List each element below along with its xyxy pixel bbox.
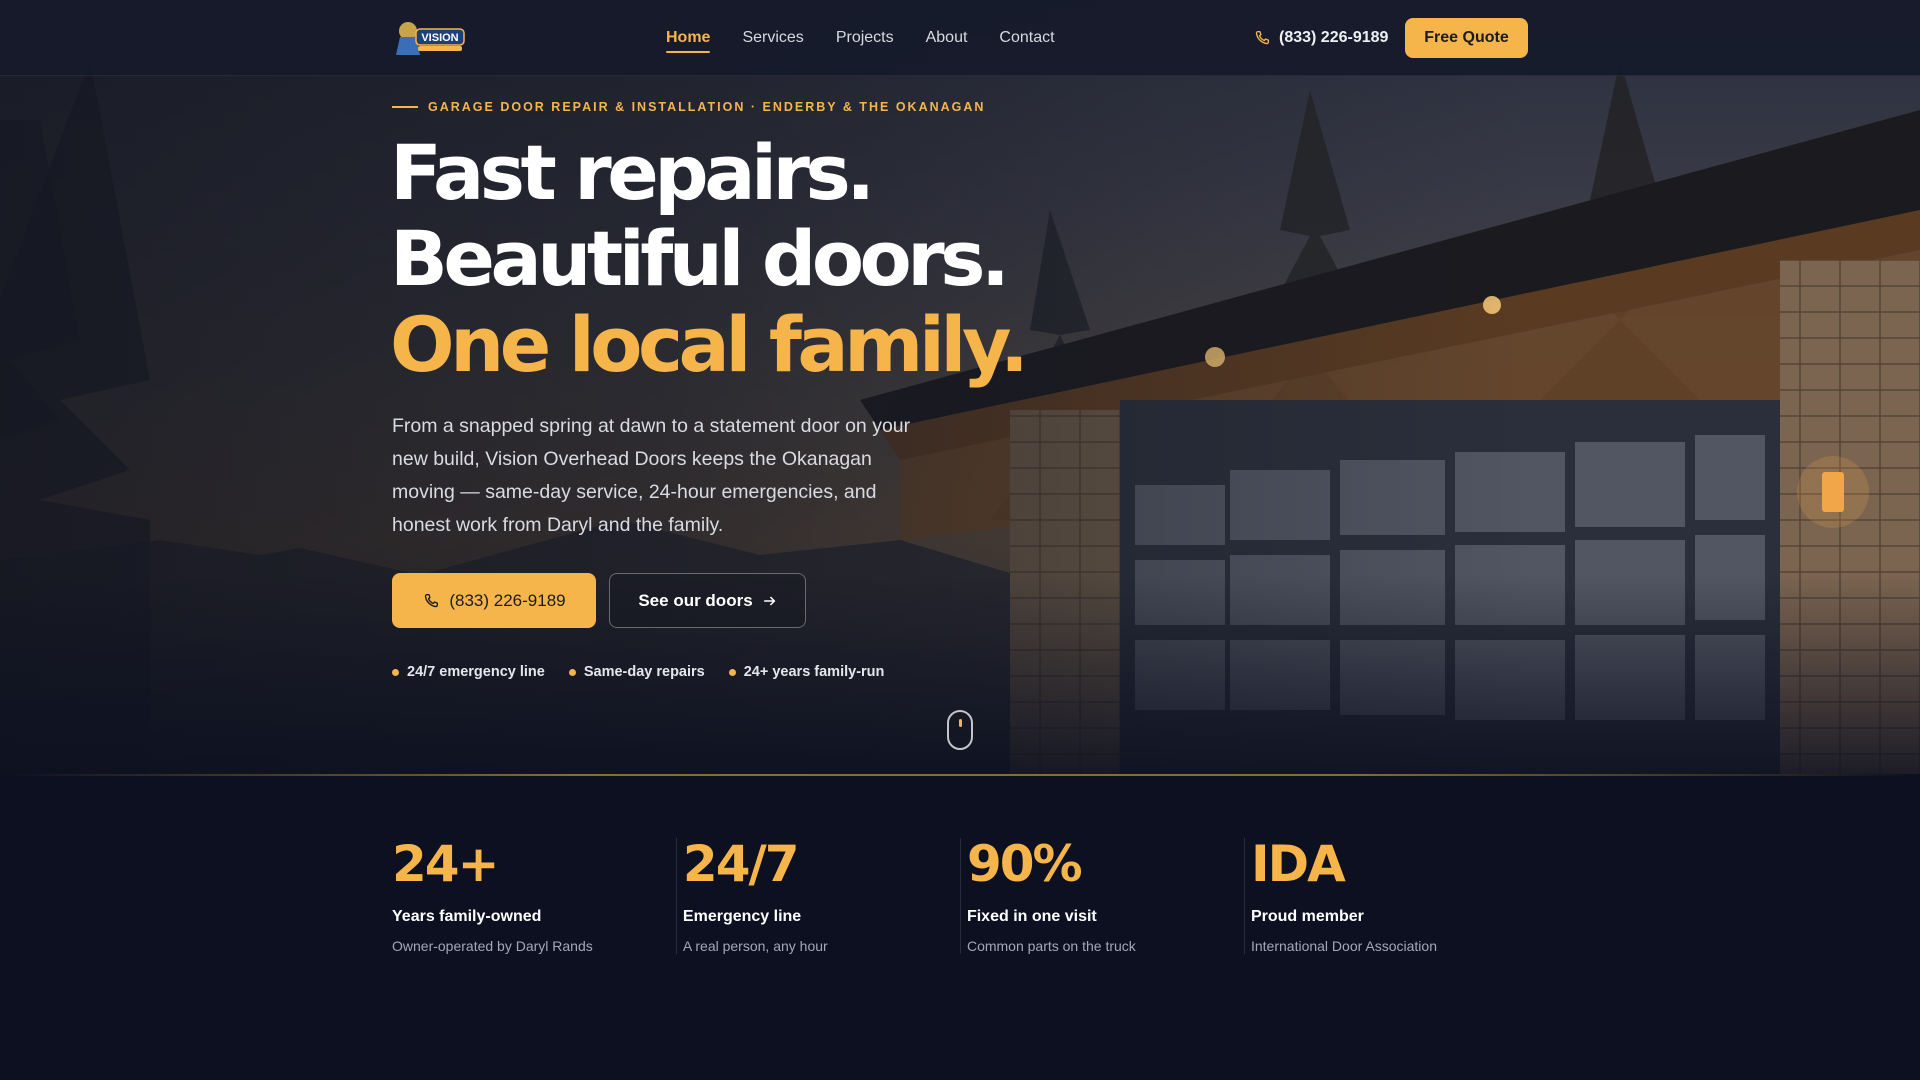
nav-services[interactable]: Services — [742, 23, 803, 53]
nav-home[interactable]: Home — [666, 23, 711, 53]
stat-emergency: 24/7 Emergency line A real person, any h… — [675, 835, 960, 956]
bullet-dot — [728, 668, 736, 676]
vision-logo[interactable]: VISION — [392, 15, 468, 59]
nav-about[interactable]: About — [926, 23, 968, 53]
bullet-text: Same-day repairs — [583, 664, 705, 680]
stat-subtitle: Common parts on the truck — [966, 938, 1136, 954]
bullet-text: 24+ years family-run — [743, 664, 885, 680]
headline-line-1: Fast repairs. — [390, 128, 875, 217]
eyebrow-line — [392, 106, 418, 108]
stat-value: 24+ — [392, 835, 499, 893]
headline-line-2: Beautiful doors. — [390, 214, 1010, 303]
nav-contact[interactable]: Contact — [999, 23, 1054, 53]
phone-icon — [425, 593, 439, 607]
hero-headline: Fast repairs. Beautiful doors. One local… — [390, 130, 1030, 388]
scroll-mouse-icon[interactable] — [947, 710, 973, 750]
see-doors-label: See our doors — [638, 590, 753, 610]
nav-projects[interactable]: Projects — [836, 23, 894, 53]
bullet-text: 24/7 emergency line — [407, 664, 545, 680]
bullet-item: Same-day repairs — [568, 664, 705, 680]
hero-eyebrow: GARAGE DOOR REPAIR & INSTALLATION · ENDE… — [392, 99, 985, 115]
phone-icon — [1255, 30, 1270, 45]
arrow-right-icon — [763, 596, 775, 605]
stat-title: Years family-owned — [392, 908, 542, 925]
nav-phone-link[interactable]: (833) 226-9189 — [1253, 26, 1388, 50]
call-phone-button[interactable]: (833) 226-9189 — [392, 573, 596, 628]
logo-text: VISION — [421, 32, 458, 44]
stat-value: 24/7 — [682, 835, 800, 893]
bullet-item: 24/7 emergency line — [392, 664, 545, 680]
top-nav: VISION Home Services Projects About Cont… — [0, 0, 1920, 76]
stat-title: Fixed in one visit — [966, 908, 1097, 925]
eyebrow-text: GARAGE DOOR REPAIR & INSTALLATION · ENDE… — [428, 100, 986, 114]
main-nav: Home Services Projects About Contact — [666, 0, 1055, 76]
bullet-dot — [568, 668, 576, 676]
stat-subtitle: International Door Association — [1250, 938, 1437, 954]
stat-years: 24+ Years family-owned Owner-operated by… — [392, 836, 676, 956]
hero-lede: From a snapped spring at dawn to a state… — [392, 415, 911, 536]
section-divider — [0, 774, 1920, 776]
stat-subtitle: Owner-operated by Daryl Rands — [392, 938, 593, 954]
bullet-dot — [392, 668, 399, 676]
see-doors-button[interactable]: See our doors — [609, 573, 806, 628]
free-quote-button[interactable]: Free Quote — [1405, 18, 1528, 58]
stats-section: 24+ Years family-owned Owner-operated by… — [392, 836, 1528, 956]
stat-subtitle: A real person, any hour — [682, 938, 828, 954]
stat-title: Proud member — [1250, 908, 1364, 925]
headline-line-3: One local family. — [390, 300, 1029, 389]
nav-phone-number: (833) 226-9189 — [1279, 29, 1389, 46]
stat-value: IDA — [1250, 835, 1346, 893]
bullet-item: 24+ years family-run — [728, 664, 885, 680]
stat-title: Emergency line — [682, 908, 802, 925]
call-phone-label: (833) 226-9189 — [449, 590, 566, 610]
hero-bullets: 24/7 emergency line Same-day repairs 24+… — [392, 662, 884, 682]
stat-value: 90% — [966, 835, 1083, 893]
stat-ida: IDA Proud member International Door Asso… — [1243, 835, 1528, 956]
stat-one-visit: 90% Fixed in one visit Common parts on t… — [959, 835, 1244, 956]
